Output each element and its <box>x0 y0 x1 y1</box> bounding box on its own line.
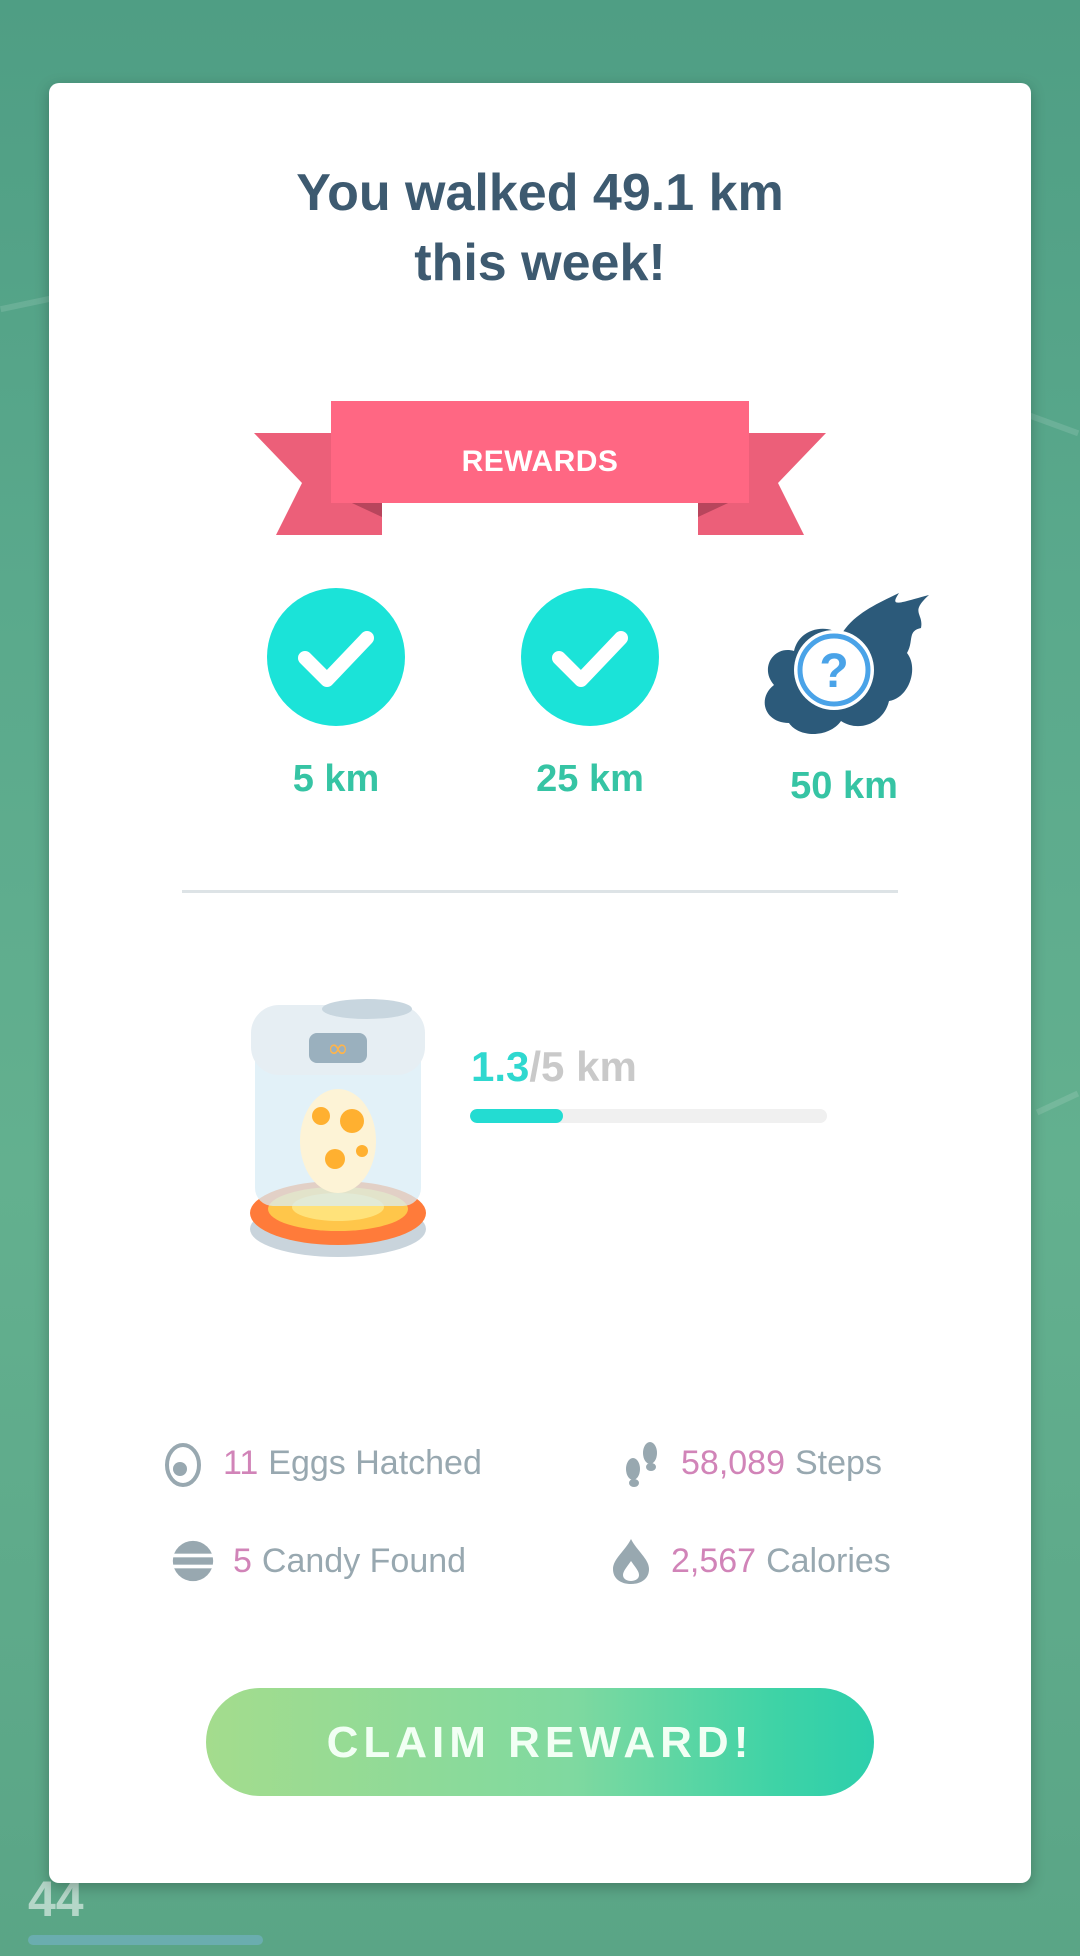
milestone-25km: 25 km <box>490 588 690 801</box>
milestone-50km: ? 50 km <box>744 573 944 808</box>
milestone-label: 50 km <box>790 765 898 807</box>
stat-steps: 58,089 Steps <box>619 1438 882 1488</box>
rewards-label: REWARDS <box>461 445 619 478</box>
incubator-progress-bar <box>470 1109 827 1123</box>
stat-label: Eggs Hatched <box>268 1443 482 1482</box>
divider <box>182 890 898 893</box>
candy-icon <box>171 1536 215 1586</box>
egg-icon <box>161 1438 205 1488</box>
title-line-2: this week! <box>414 234 666 292</box>
claim-reward-button[interactable]: CLAIM REWARD! <box>206 1688 874 1796</box>
xp-bar <box>28 1935 263 1945</box>
stat-value: 5 <box>233 1541 252 1580</box>
stat-value: 11 <box>223 1443 259 1482</box>
stat-value: 2,567 <box>671 1541 757 1580</box>
stat-label: Candy Found <box>261 1541 467 1580</box>
mystery-encounter-icon: ? <box>749 573 939 748</box>
progress-fill <box>470 1109 563 1123</box>
stat-label: Steps <box>795 1443 882 1482</box>
svg-text:∞: ∞ <box>327 1034 349 1064</box>
stat-candy-found: 5 Candy Found <box>171 1536 466 1586</box>
check-icon <box>267 588 405 726</box>
incubator-progress-text: 1.3/5 km <box>471 1043 637 1091</box>
milestone-label: 5 km <box>292 758 380 800</box>
footsteps-icon <box>619 1438 663 1488</box>
svg-text:?: ? <box>819 645 848 698</box>
flame-icon <box>609 1536 653 1586</box>
stat-label: Calories <box>766 1541 891 1580</box>
progress-current: 1.3 <box>471 1043 530 1090</box>
milestone-label: 25 km <box>536 758 644 800</box>
progress-target: /5 km <box>529 1043 637 1090</box>
check-icon <box>521 588 659 726</box>
page-title: You walked 49.1 km this week! <box>49 158 1031 298</box>
milestone-5km: 5 km <box>236 588 436 801</box>
stat-calories: 2,567 Calories <box>609 1536 891 1586</box>
stat-eggs-hatched: 11 Eggs Hatched <box>161 1438 482 1488</box>
stat-value: 58,089 <box>681 1443 785 1482</box>
egg-incubator-icon: ∞ <box>247 991 429 1261</box>
milestones-row: 5 km 25 km ? 50 km <box>49 588 1031 828</box>
title-line-1: You walked 49.1 km <box>296 164 784 222</box>
weekly-summary-card: You walked 49.1 km this week! REWARDS 5 … <box>49 83 1031 1883</box>
rewards-banner: REWARDS <box>254 401 826 535</box>
